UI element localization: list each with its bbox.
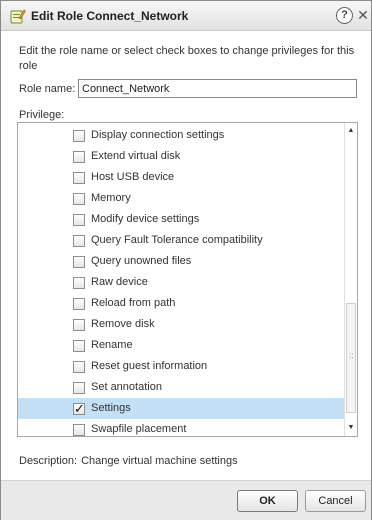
- privilege-list[interactable]: Display connection settings Extend virtua…: [17, 122, 358, 437]
- privilege-label: Privilege:: [19, 109, 65, 121]
- button-bar: OK Cancel: [1, 480, 371, 520]
- privilege-row[interactable]: Query unowned files: [18, 251, 344, 272]
- privilege-row[interactable]: Query Fault Tolerance compatibility: [18, 230, 344, 251]
- role-edit-icon: [10, 9, 26, 24]
- privilege-checkbox[interactable]: [73, 235, 85, 247]
- privilege-checkbox[interactable]: ✓: [73, 402, 85, 415]
- privilege-row[interactable]: Modify device settings: [18, 209, 344, 230]
- vertical-scrollbar[interactable]: ▲ :: ▼: [344, 123, 357, 436]
- help-icon[interactable]: ?: [336, 7, 353, 24]
- privilege-checkbox[interactable]: [73, 424, 85, 436]
- privilege-checkbox[interactable]: [73, 340, 85, 352]
- privilege-row[interactable]: Display connection settings: [18, 125, 344, 146]
- privilege-checkbox[interactable]: [73, 382, 85, 394]
- privilege-list-items: Display connection settings Extend virtua…: [18, 125, 344, 436]
- privilege-row[interactable]: Remove disk: [18, 314, 344, 335]
- description-value: Change virtual machine settings: [81, 455, 238, 467]
- privilege-label-text: Settings: [91, 402, 131, 414]
- cancel-button[interactable]: Cancel: [305, 490, 366, 512]
- privilege-label-text: Query unowned files: [91, 255, 192, 267]
- privilege-row[interactable]: Reset guest information: [18, 356, 344, 377]
- privilege-row[interactable]: Set annotation: [18, 377, 344, 398]
- ok-button[interactable]: OK: [237, 490, 298, 512]
- privilege-label-text: Rename: [91, 339, 133, 351]
- privilege-checkbox[interactable]: [73, 214, 85, 226]
- dialog-title: Edit Role Connect_Network: [31, 9, 189, 23]
- privilege-row[interactable]: Raw device: [18, 272, 344, 293]
- privilege-label-text: Reload from path: [91, 297, 176, 309]
- privilege-label-text: Set annotation: [91, 381, 162, 393]
- privilege-label-text: Query Fault Tolerance compatibility: [91, 234, 263, 246]
- privilege-checkbox[interactable]: [73, 319, 85, 331]
- privilege-row[interactable]: Host USB device: [18, 167, 344, 188]
- privilege-label-text: Display connection settings: [91, 129, 225, 141]
- privilege-row[interactable]: Swapfile placement: [18, 419, 344, 436]
- privilege-label-text: Host USB device: [91, 171, 175, 183]
- privilege-row[interactable]: Rename: [18, 335, 344, 356]
- privilege-checkbox[interactable]: [73, 298, 85, 310]
- scroll-thumb[interactable]: ::: [346, 303, 356, 413]
- privilege-checkbox[interactable]: [73, 130, 85, 142]
- privilege-row[interactable]: Extend virtual disk: [18, 146, 344, 167]
- scroll-up-icon[interactable]: ▲: [345, 125, 357, 137]
- privilege-label-text: Memory: [91, 192, 131, 204]
- role-name-label: Role name:: [19, 83, 76, 95]
- scroll-down-icon[interactable]: ▼: [345, 422, 357, 434]
- edit-role-dialog: Edit Role Connect_Network ? ✕ Edit the r…: [0, 0, 372, 520]
- privilege-label-text: Modify device settings: [91, 213, 200, 225]
- privilege-checkbox[interactable]: [73, 277, 85, 289]
- intro-text: Edit the role name or select check boxes…: [19, 45, 355, 72]
- role-name-input[interactable]: [78, 79, 357, 98]
- title-bar: Edit Role Connect_Network ? ✕: [1, 1, 371, 31]
- privilege-label-text: Reset guest information: [91, 360, 208, 372]
- privilege-label-text: Swapfile placement: [91, 423, 187, 435]
- description-label: Description:: [19, 455, 78, 467]
- privilege-label-text: Extend virtual disk: [91, 150, 181, 162]
- privilege-checkbox[interactable]: [73, 151, 85, 163]
- privilege-checkbox[interactable]: [73, 172, 85, 184]
- close-icon[interactable]: ✕: [356, 6, 370, 24]
- privilege-row[interactable]: Memory: [18, 188, 344, 209]
- privilege-row[interactable]: Reload from path: [18, 293, 344, 314]
- privilege-label-text: Raw device: [91, 276, 148, 288]
- privilege-label-text: Remove disk: [91, 318, 155, 330]
- privilege-row[interactable]: ✓ Settings: [18, 398, 344, 419]
- privilege-checkbox[interactable]: [73, 256, 85, 268]
- grip-icon: ::: [349, 351, 354, 360]
- description: Description: Change virtual machine setti…: [19, 455, 238, 467]
- privilege-checkbox[interactable]: [73, 193, 85, 205]
- privilege-checkbox[interactable]: [73, 361, 85, 373]
